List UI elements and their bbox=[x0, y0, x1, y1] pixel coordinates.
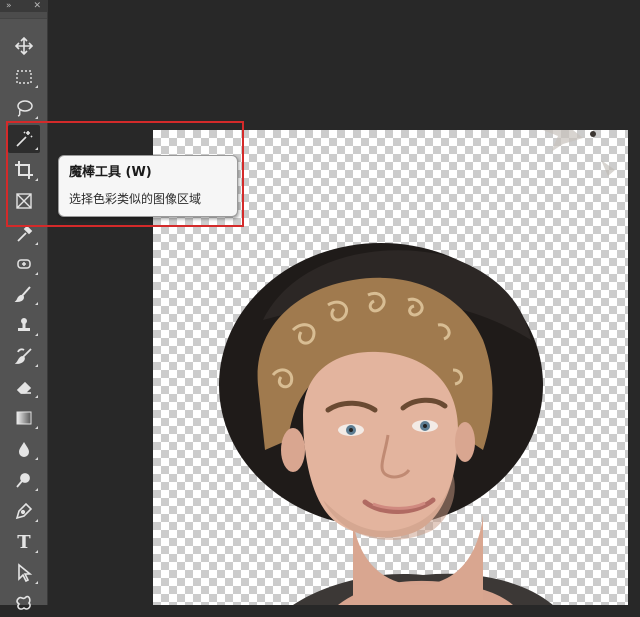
submenu-indicator bbox=[35, 242, 38, 245]
dodge-icon bbox=[16, 473, 30, 488]
submenu-indicator bbox=[35, 457, 38, 460]
magic-wand-tool-button[interactable] bbox=[8, 125, 40, 153]
frame-icon bbox=[16, 193, 32, 209]
marquee-icon bbox=[16, 70, 32, 84]
type-icon: T bbox=[17, 531, 31, 553]
history-brush-tool-button[interactable] bbox=[8, 342, 40, 370]
path-selection-tool-button[interactable] bbox=[8, 559, 40, 587]
healing-icon bbox=[17, 259, 31, 269]
submenu-indicator bbox=[35, 302, 38, 305]
lasso-icon bbox=[17, 100, 33, 117]
rectangular-marquee-tool-button[interactable] bbox=[8, 63, 40, 91]
panel-grip[interactable] bbox=[0, 12, 47, 19]
dodge-tool-button[interactable] bbox=[8, 466, 40, 494]
submenu-indicator bbox=[35, 333, 38, 336]
tools-panel: » ✕ T bbox=[0, 0, 48, 610]
shape-icon bbox=[16, 595, 31, 610]
frame-tool-button[interactable] bbox=[8, 187, 40, 215]
submenu-indicator bbox=[35, 488, 38, 491]
panel-header: » ✕ bbox=[0, 0, 47, 12]
submenu-indicator bbox=[35, 426, 38, 429]
history-brush-icon bbox=[14, 348, 32, 364]
clone-stamp-tool-button[interactable] bbox=[8, 311, 40, 339]
pen-tool-button[interactable] bbox=[8, 497, 40, 525]
tooltip-title: 魔棒工具 (W) bbox=[69, 165, 152, 180]
eyedropper-icon bbox=[17, 225, 33, 242]
drop-icon bbox=[19, 442, 29, 457]
submenu-indicator bbox=[35, 85, 38, 88]
eraser-tool-button[interactable] bbox=[8, 373, 40, 401]
custom-shape-tool-button[interactable] bbox=[8, 589, 40, 617]
blur-tool-button[interactable] bbox=[8, 435, 40, 463]
brush-icon bbox=[14, 286, 31, 303]
submenu-indicator bbox=[35, 519, 38, 522]
move-icon bbox=[14, 36, 34, 56]
submenu-indicator bbox=[35, 395, 38, 398]
pen-icon bbox=[15, 502, 33, 520]
brush-tool-button[interactable] bbox=[8, 280, 40, 308]
arrow-icon bbox=[18, 563, 33, 583]
submenu-indicator bbox=[35, 550, 38, 553]
eyedropper-tool-button[interactable] bbox=[8, 220, 40, 248]
eraser-icon bbox=[16, 381, 32, 394]
workspace[interactable] bbox=[48, 0, 640, 605]
spot-healing-tool-button[interactable] bbox=[8, 250, 40, 278]
tool-tooltip: 魔棒工具 (W) 选择色彩类似的图像区域 bbox=[58, 155, 238, 217]
submenu-indicator bbox=[35, 364, 38, 367]
submenu-indicator bbox=[35, 272, 38, 275]
type-tool-button[interactable]: T bbox=[8, 528, 40, 556]
magic-wand-icon bbox=[16, 131, 33, 147]
move-tool-button[interactable] bbox=[8, 32, 40, 60]
gradient-icon bbox=[16, 411, 32, 425]
tooltip-description: 选择色彩类似的图像区域 bbox=[69, 192, 202, 206]
lasso-tool-button[interactable] bbox=[8, 94, 40, 122]
crop-icon bbox=[15, 161, 33, 179]
crop-tool-button[interactable] bbox=[8, 156, 40, 184]
collapse-panel-icon[interactable]: » bbox=[6, 1, 12, 11]
submenu-indicator bbox=[35, 116, 38, 119]
submenu-indicator bbox=[35, 581, 38, 584]
close-panel-icon[interactable]: ✕ bbox=[33, 1, 41, 11]
submenu-indicator bbox=[35, 178, 38, 181]
submenu-indicator bbox=[35, 147, 38, 150]
stamp-icon bbox=[18, 318, 30, 331]
gradient-tool-button[interactable] bbox=[8, 404, 40, 432]
